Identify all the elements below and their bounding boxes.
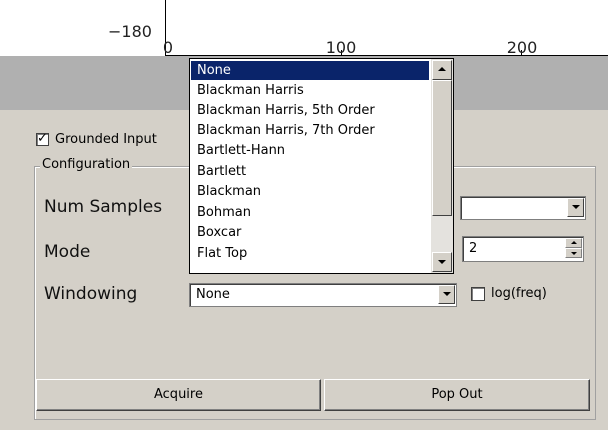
acquire-button[interactable]: Acquire — [36, 379, 321, 411]
log-freq-label: log(freq) — [491, 286, 547, 301]
y-tick-label: −180 — [108, 22, 152, 41]
log-freq-checkbox[interactable]: log(freq) — [471, 286, 547, 301]
windowing-value: None — [196, 287, 230, 302]
checkbox-box[interactable] — [471, 286, 485, 301]
chevron-down-icon — [443, 292, 451, 296]
list-item[interactable]: Flat Top — [191, 244, 429, 263]
arrow-up-icon — [571, 241, 577, 244]
list-item[interactable]: Blackman Harris — [191, 81, 429, 100]
checkmark-icon: ✓ — [37, 131, 48, 146]
pop-out-button[interactable]: Pop Out — [324, 379, 590, 411]
list-item[interactable]: Blackman — [191, 182, 429, 201]
scroll-up-button[interactable] — [432, 60, 452, 80]
num-samples-label: Num Samples — [44, 197, 163, 217]
list-item[interactable]: Boxcar — [191, 223, 429, 242]
scrollbar[interactable] — [431, 59, 453, 273]
scrollbar-thumb[interactable] — [432, 80, 452, 216]
num-samples-dropdown-button[interactable] — [567, 198, 584, 217]
list-item[interactable]: Bohman — [191, 203, 429, 222]
list-item[interactable]: Bartlett — [191, 162, 429, 181]
list-item[interactable]: Blackman Harris, 5th Order — [191, 101, 429, 120]
num-samples-combo[interactable] — [460, 196, 586, 220]
spin-up-button[interactable] — [565, 238, 582, 248]
windowing-label: Windowing — [44, 284, 138, 304]
list-item[interactable]: Blackman Harris, 7th Order — [191, 121, 429, 140]
mode-spinbox[interactable]: 2 — [462, 236, 584, 262]
x-axis-line — [165, 55, 608, 56]
x-tick-label: 200 — [506, 38, 538, 57]
grounded-input-label: Grounded Input — [55, 132, 157, 147]
grounded-input-checkbox[interactable]: ✓ Grounded Input — [36, 131, 157, 147]
x-tick-label: 0 — [162, 38, 174, 57]
arrow-down-icon — [571, 252, 577, 255]
list-item[interactable]: Bartlett-Hann — [191, 141, 429, 160]
mode-label: Mode — [44, 242, 91, 262]
arrow-up-icon — [438, 67, 446, 71]
mode-value: 2 — [469, 241, 478, 256]
configuration-title: Configuration — [40, 157, 133, 172]
x-tick-label: 100 — [325, 38, 357, 57]
scroll-down-button[interactable] — [432, 252, 452, 272]
windowing-combo[interactable]: None — [189, 283, 457, 307]
windowing-dropdown-list[interactable]: None Blackman Harris Blackman Harris, 5t… — [189, 58, 454, 274]
checkbox-box[interactable]: ✓ — [36, 131, 49, 146]
arrow-down-icon — [438, 260, 446, 264]
chevron-down-icon — [572, 205, 580, 209]
windowing-dropdown-button[interactable] — [438, 285, 455, 304]
list-item[interactable]: None — [191, 61, 429, 80]
spin-down-button[interactable] — [565, 248, 582, 258]
